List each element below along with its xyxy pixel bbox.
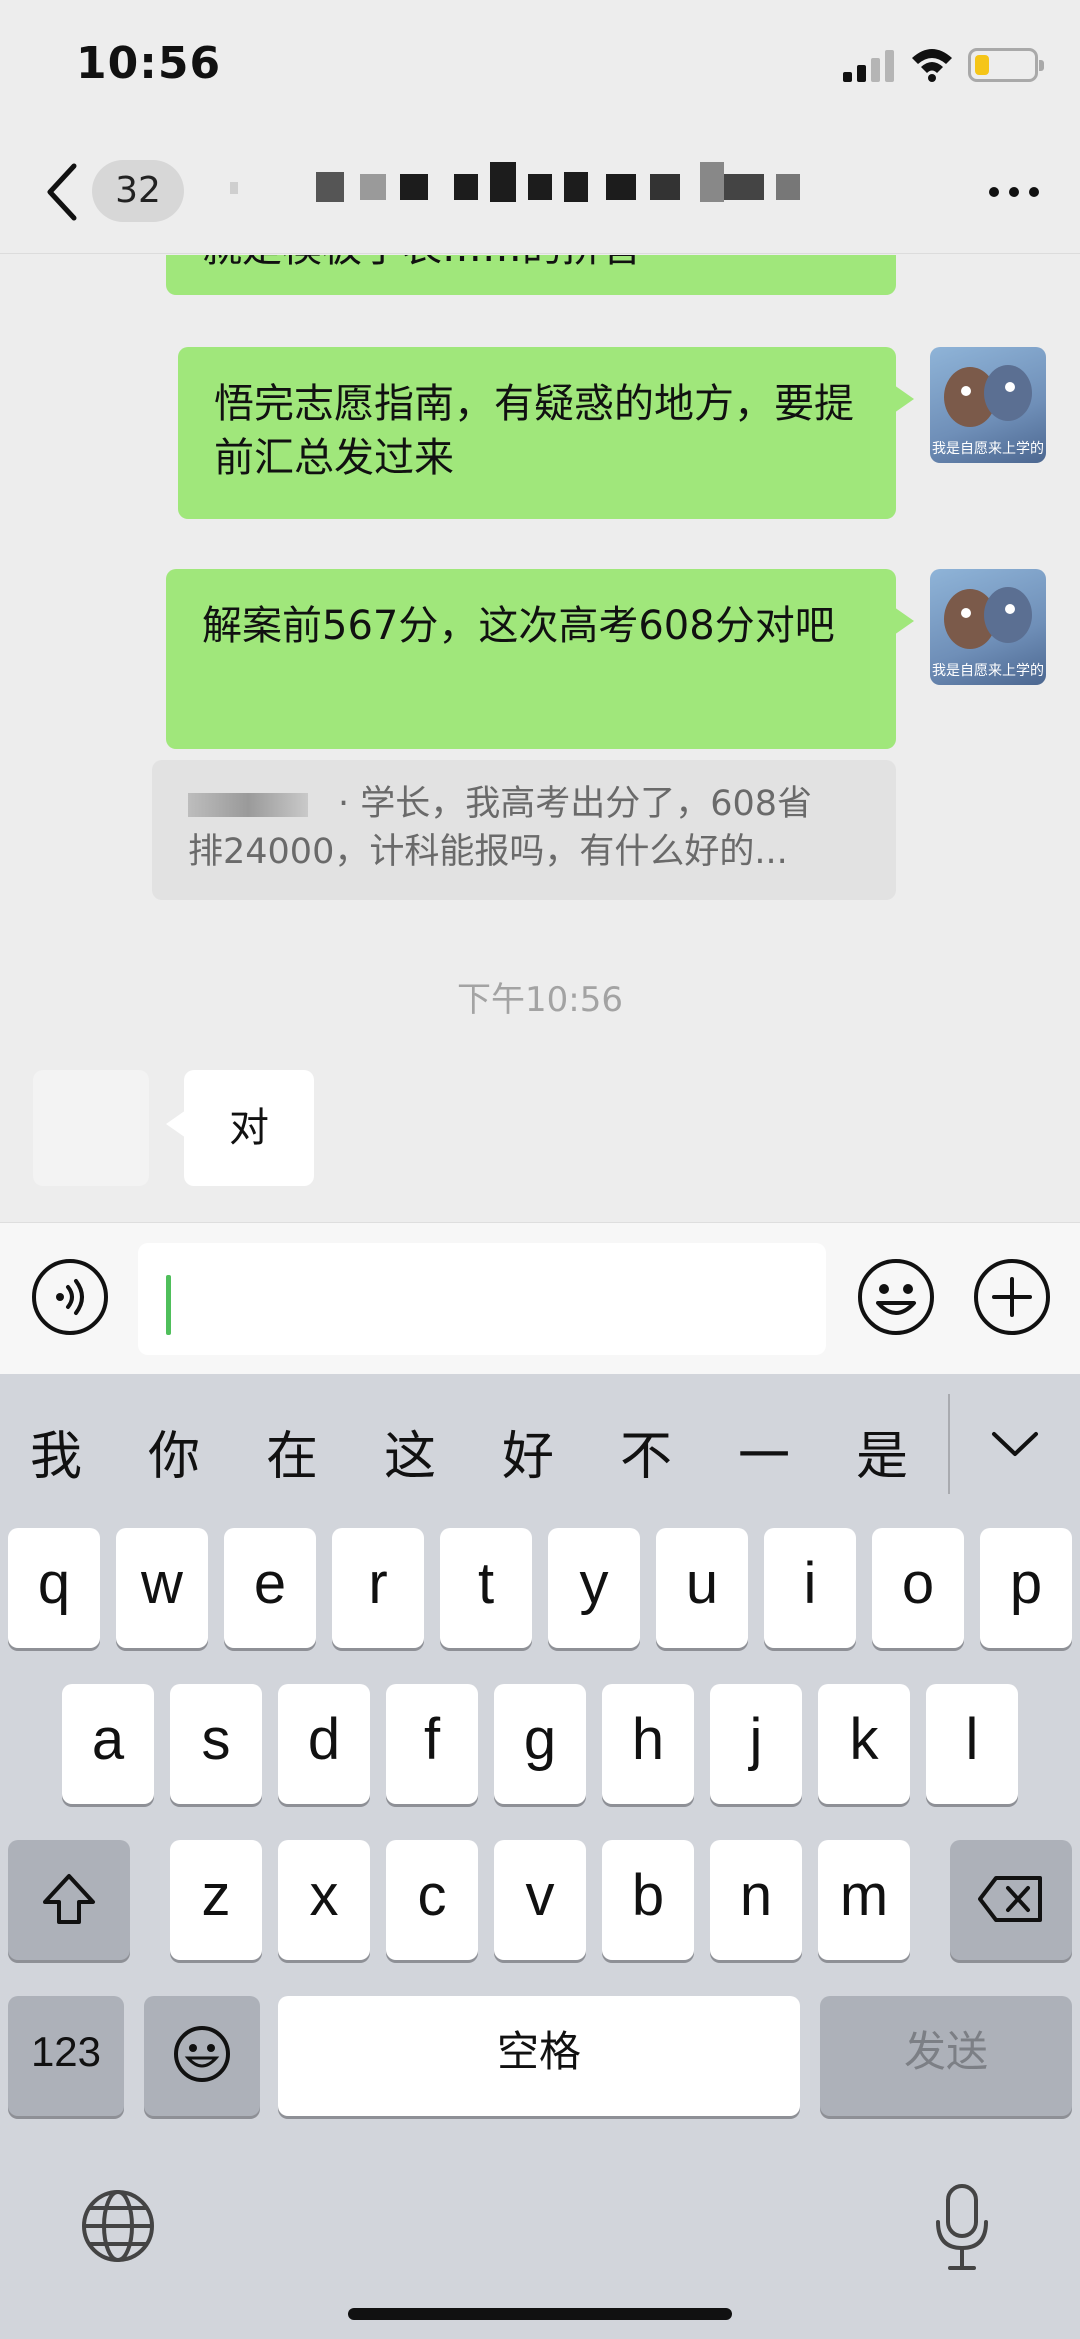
microphone-icon[interactable] xyxy=(932,2182,992,2272)
key-q[interactable]: q xyxy=(8,1528,100,1648)
candidate-bar: 我 你 在 这 好 不 一 是 xyxy=(0,1374,1080,1514)
more-options-icon[interactable] xyxy=(986,180,1042,204)
message-bubble-received[interactable]: 对 xyxy=(166,1070,314,1186)
contact-avatar[interactable] xyxy=(33,1070,149,1186)
key-x[interactable]: x xyxy=(278,1840,370,1960)
plus-more-icon[interactable] xyxy=(972,1257,1052,1337)
key-y[interactable]: y xyxy=(548,1528,640,1648)
message-bubble-sent[interactable]: 就是模板了表……的拼音 xyxy=(166,255,896,295)
status-bar: 10:56 xyxy=(0,0,1080,130)
key-h[interactable]: h xyxy=(602,1684,694,1804)
keyboard: 我 你 在 这 好 不 一 是 q w e r t y u i o p a s … xyxy=(0,1374,1080,2339)
key-l[interactable]: l xyxy=(926,1684,1018,1804)
candidate-word[interactable]: 在 xyxy=(266,1414,318,1489)
message-bubble-sent[interactable]: 解案前567分，这次高考608分对吧 xyxy=(166,569,914,749)
candidate-word[interactable]: 这 xyxy=(384,1414,436,1489)
emoji-icon xyxy=(174,2026,230,2082)
obscured-name xyxy=(188,793,308,817)
my-avatar[interactable]: 我是自愿来上学的 xyxy=(930,569,1046,685)
key-n[interactable]: n xyxy=(710,1840,802,1960)
voice-input-icon[interactable] xyxy=(30,1257,110,1337)
delete-key[interactable] xyxy=(950,1840,1072,1960)
message-input-bar xyxy=(0,1222,1080,1374)
key-s[interactable]: s xyxy=(170,1684,262,1804)
key-d[interactable]: d xyxy=(278,1684,370,1804)
cellular-signal-icon xyxy=(843,50,894,82)
key-v[interactable]: v xyxy=(494,1840,586,1960)
avatar-caption: 我是自愿来上学的 xyxy=(932,441,1044,457)
send-key[interactable]: 发送 xyxy=(820,1996,1072,2116)
key-b[interactable]: b xyxy=(602,1840,694,1960)
key-e[interactable]: e xyxy=(224,1528,316,1648)
backspace-icon xyxy=(978,1876,1042,1922)
candidate-divider xyxy=(948,1394,950,1494)
battery-icon xyxy=(968,48,1044,82)
shift-arrow-icon xyxy=(43,1874,95,1924)
my-avatar[interactable]: 我是自愿来上学的 xyxy=(930,347,1046,463)
message-bubble-sent[interactable]: 悟完志愿指南，有疑惑的地方，要提前汇总发过来 xyxy=(178,347,914,519)
chat-header: 32 xyxy=(0,130,1080,254)
emoji-icon[interactable] xyxy=(856,1257,936,1337)
shift-key[interactable] xyxy=(8,1840,130,1960)
chat-message-list[interactable]: 就是模板了表……的拼音 悟完志愿指南，有疑惑的地方，要提前汇总发过来 我是自愿来… xyxy=(0,255,1080,1220)
quoted-message[interactable]: · 学长，我高考出分了，608省 排24000，计科能报吗，有什么好的... xyxy=(152,760,896,900)
status-time: 10:56 xyxy=(76,38,222,89)
key-r[interactable]: r xyxy=(332,1528,424,1648)
unread-count-badge[interactable]: 32 xyxy=(92,160,184,222)
key-g[interactable]: g xyxy=(494,1684,586,1804)
message-timestamp: 下午10:56 xyxy=(457,980,623,1020)
key-o[interactable]: o xyxy=(872,1528,964,1648)
home-indicator[interactable] xyxy=(348,2308,732,2320)
text-cursor xyxy=(166,1275,171,1335)
key-i[interactable]: i xyxy=(764,1528,856,1648)
candidate-word[interactable]: 不 xyxy=(620,1414,672,1489)
key-j[interactable]: j xyxy=(710,1684,802,1804)
key-w[interactable]: w xyxy=(116,1528,208,1648)
space-key[interactable]: 空格 xyxy=(278,1996,800,2116)
key-p[interactable]: p xyxy=(980,1528,1072,1648)
emoji-key[interactable] xyxy=(144,1996,260,2116)
back-chevron-icon[interactable] xyxy=(40,160,84,224)
candidate-word[interactable]: 你 xyxy=(148,1414,200,1489)
key-t[interactable]: t xyxy=(440,1528,532,1648)
key-f[interactable]: f xyxy=(386,1684,478,1804)
message-text: 解案前567分，这次高考608分对吧 xyxy=(202,603,835,649)
key-u[interactable]: u xyxy=(656,1528,748,1648)
key-k[interactable]: k xyxy=(818,1684,910,1804)
quote-line-2: 排24000，计科能报吗，有什么好的... xyxy=(188,832,788,872)
battery-fill xyxy=(975,55,989,75)
key-c[interactable]: c xyxy=(386,1840,478,1960)
key-z[interactable]: z xyxy=(170,1840,262,1960)
candidate-word[interactable]: 一 xyxy=(738,1414,790,1489)
globe-icon[interactable] xyxy=(80,2188,156,2264)
chevron-down-icon[interactable] xyxy=(990,1426,1040,1462)
quote-line-1: · 学长，我高考出分了，608省 xyxy=(188,780,860,828)
numbers-key[interactable]: 123 xyxy=(8,1996,124,2116)
avatar-caption: 我是自愿来上学的 xyxy=(932,663,1044,679)
key-a[interactable]: a xyxy=(62,1684,154,1804)
message-text: 悟完志愿指南，有疑惑的地方，要提前汇总发过来 xyxy=(214,381,854,481)
candidate-word[interactable]: 好 xyxy=(502,1414,554,1489)
wifi-icon xyxy=(912,49,952,82)
message-text: 对 xyxy=(229,1105,269,1151)
candidate-word[interactable]: 是 xyxy=(856,1414,908,1489)
key-m[interactable]: m xyxy=(818,1840,910,1960)
candidate-word[interactable]: 我 xyxy=(30,1414,82,1489)
message-text-input[interactable] xyxy=(138,1243,826,1355)
message-text: 就是模板了表……的拼音 xyxy=(202,255,642,271)
chat-title-obscured xyxy=(220,158,820,228)
